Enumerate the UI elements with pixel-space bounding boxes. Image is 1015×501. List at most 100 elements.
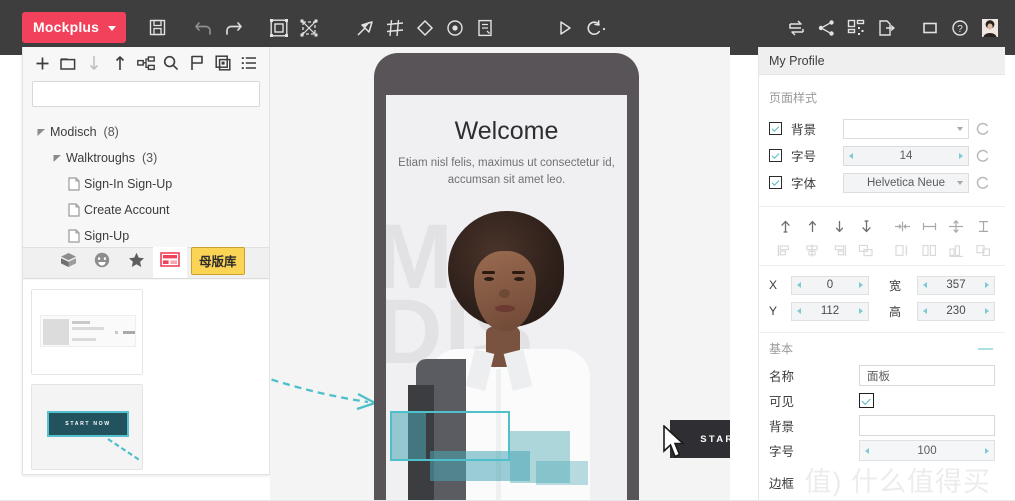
add-folder-icon[interactable] bbox=[57, 52, 79, 74]
stepper-increment-icon[interactable] bbox=[959, 152, 963, 159]
stepper-decrement-icon[interactable] bbox=[923, 308, 927, 314]
reset-icon[interactable] bbox=[969, 148, 995, 163]
window-icon[interactable] bbox=[915, 13, 945, 43]
stepper-increment-icon[interactable] bbox=[985, 447, 989, 454]
name-row: 名称 面板 bbox=[759, 363, 1005, 388]
tree-row[interactable]: Sign-Up bbox=[23, 223, 269, 249]
group-icon[interactable] bbox=[264, 13, 294, 43]
qr-code-icon[interactable] bbox=[841, 13, 871, 43]
save-icon[interactable] bbox=[142, 13, 172, 43]
basic-background-field[interactable] bbox=[859, 415, 995, 436]
brand-menu-button[interactable]: Mockplus bbox=[22, 12, 127, 43]
tree-row[interactable]: Create Account bbox=[23, 197, 269, 223]
basic-font-size-field[interactable]: 100 bbox=[859, 440, 995, 461]
design-canvas[interactable]: MO DIS Welcome Etiam nisl felis, maximus… bbox=[270, 47, 730, 501]
page-note-icon[interactable] bbox=[470, 13, 500, 43]
thumb-start-now[interactable]: START NOW bbox=[31, 384, 143, 470]
list-view-icon[interactable] bbox=[238, 52, 260, 74]
undo-icon[interactable] bbox=[188, 13, 218, 43]
font-family-row: 字体 Helvetica Neue bbox=[769, 169, 995, 196]
align-bottom-icon[interactable] bbox=[854, 215, 878, 237]
font-size-stepper[interactable]: 14 bbox=[843, 145, 969, 166]
stepper-increment-icon[interactable] bbox=[859, 282, 863, 288]
height-field[interactable]: 230 bbox=[917, 301, 995, 321]
y-field[interactable]: 112 bbox=[791, 301, 869, 321]
font-family-select[interactable]: Helvetica Neue bbox=[843, 172, 969, 193]
phone-screen[interactable]: MO DIS Welcome Etiam nisl felis, maximus… bbox=[386, 95, 627, 501]
sidebar-item-components[interactable] bbox=[51, 247, 85, 278]
thumb-start-now-button: START NOW bbox=[47, 411, 129, 437]
stepper-decrement-icon[interactable] bbox=[865, 447, 869, 454]
tree-item-label: Walktroughs bbox=[66, 151, 136, 165]
toolbar-group-grouping bbox=[264, 13, 324, 43]
align-vertical-up-icon[interactable] bbox=[800, 215, 824, 237]
align-right-icon bbox=[827, 239, 851, 261]
selection-frame[interactable] bbox=[390, 411, 510, 461]
space-right-icon bbox=[944, 239, 968, 261]
expand-triangle-icon[interactable] bbox=[35, 128, 48, 137]
distribute-left-icon[interactable] bbox=[890, 215, 914, 237]
tree-row[interactable]: Sign-In Sign-Up bbox=[23, 171, 269, 197]
stepper-decrement-icon[interactable] bbox=[797, 282, 801, 288]
sitemap-icon[interactable] bbox=[135, 52, 157, 74]
name-field[interactable]: 面板 bbox=[859, 365, 995, 386]
master-library-thumbnails: START NOW sunset 4:11 PM 100% Mockplus bbox=[23, 280, 269, 474]
help-icon[interactable]: ? bbox=[945, 13, 975, 43]
target-icon[interactable] bbox=[440, 13, 470, 43]
toolbar-group-right: ? bbox=[781, 13, 1015, 43]
star-icon bbox=[128, 252, 145, 273]
sync-icon[interactable] bbox=[781, 13, 811, 43]
font-family-checkbox[interactable] bbox=[769, 176, 782, 189]
thumb-product-card[interactable] bbox=[31, 289, 143, 375]
interaction-icon[interactable] bbox=[350, 13, 380, 43]
export-icon[interactable] bbox=[871, 13, 901, 43]
stepper-increment-icon[interactable] bbox=[985, 308, 989, 314]
stepper-increment-icon[interactable] bbox=[859, 308, 863, 314]
search-input[interactable] bbox=[33, 82, 259, 106]
phone-mockup: MO DIS Welcome Etiam nisl felis, maximus… bbox=[374, 53, 639, 501]
sidebar-item-master-library[interactable] bbox=[153, 247, 187, 278]
thumb-dash-connector bbox=[107, 438, 142, 462]
redo-icon[interactable] bbox=[218, 13, 248, 43]
move-up-icon[interactable] bbox=[109, 52, 131, 74]
master-library-label[interactable]: 母版库 bbox=[191, 247, 245, 275]
search-icon[interactable] bbox=[160, 52, 182, 74]
share-icon[interactable] bbox=[811, 13, 841, 43]
stepper-decrement-icon[interactable] bbox=[849, 152, 853, 159]
reset-icon[interactable] bbox=[969, 121, 995, 136]
background-color-combo[interactable] bbox=[843, 118, 969, 139]
chevron-down-icon bbox=[957, 126, 963, 131]
mask-icon[interactable] bbox=[410, 13, 440, 43]
expand-triangle-icon[interactable] bbox=[51, 154, 64, 163]
sidebar-item-icons[interactable] bbox=[85, 247, 119, 278]
align-vertical-down-icon[interactable] bbox=[827, 215, 851, 237]
width-field[interactable]: 357 bbox=[917, 275, 995, 295]
add-page-icon[interactable] bbox=[31, 52, 53, 74]
x-field[interactable]: 0 bbox=[791, 275, 869, 295]
align-top-icon[interactable] bbox=[773, 215, 797, 237]
ungroup-icon[interactable] bbox=[294, 13, 324, 43]
collapse-section-icon[interactable]: — bbox=[978, 340, 995, 357]
font-size-checkbox[interactable] bbox=[769, 149, 782, 162]
duplicate-icon[interactable] bbox=[212, 52, 234, 74]
page-search-box[interactable] bbox=[32, 81, 260, 107]
move-down-icon[interactable] bbox=[83, 52, 105, 74]
avatar[interactable] bbox=[975, 13, 1005, 43]
visible-checkbox[interactable] bbox=[859, 393, 874, 408]
sidebar-item-favorites[interactable] bbox=[119, 247, 153, 278]
tree-row[interactable]: Modisch (8) bbox=[23, 119, 269, 145]
grid-icon[interactable] bbox=[380, 13, 410, 43]
reset-icon[interactable] bbox=[969, 175, 995, 190]
stepper-increment-icon[interactable] bbox=[985, 282, 989, 288]
flag-icon[interactable] bbox=[186, 52, 208, 74]
preview-play-icon[interactable] bbox=[550, 13, 580, 43]
stepper-decrement-icon[interactable] bbox=[797, 308, 801, 314]
refresh-icon[interactable] bbox=[580, 13, 610, 43]
distribute-vertical-icon[interactable] bbox=[971, 215, 995, 237]
stepper-decrement-icon[interactable] bbox=[923, 282, 927, 288]
background-checkbox[interactable] bbox=[769, 122, 782, 135]
tree-row[interactable]: Walktroughs (3) bbox=[23, 145, 269, 171]
distribute-center-icon[interactable] bbox=[944, 215, 968, 237]
space-middle-icon bbox=[917, 239, 941, 261]
distribute-horizontal-icon[interactable] bbox=[917, 215, 941, 237]
